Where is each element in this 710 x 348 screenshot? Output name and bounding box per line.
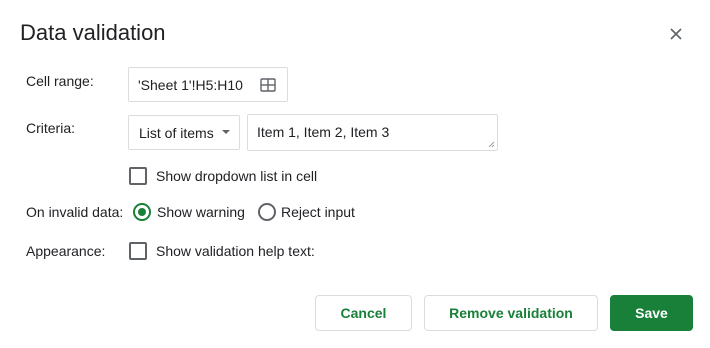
criteria-label: Criteria:	[26, 120, 76, 136]
items-value[interactable]: Item 1, Item 2, Item 3	[257, 123, 389, 141]
cell-range-input[interactable]: 'Sheet 1'!H5:H10	[128, 67, 288, 102]
show-dropdown-label: Show dropdown list in cell	[156, 168, 318, 184]
invalid-data-label: On invalid data:	[26, 204, 124, 220]
show-warning-radio[interactable]	[133, 203, 151, 221]
criteria-dropdown[interactable]: List of items	[128, 115, 240, 150]
show-warning-label: Show warning	[157, 204, 245, 220]
reject-input-radio[interactable]	[258, 203, 276, 221]
items-field[interactable]: Item 1, Item 2, Item 3	[247, 114, 498, 151]
appearance-label: Appearance:	[26, 243, 106, 259]
chevron-down-icon	[222, 130, 230, 134]
resize-handle-icon[interactable]	[488, 141, 495, 148]
cell-range-label: Cell range:	[26, 73, 94, 89]
close-icon[interactable]	[666, 24, 686, 44]
criteria-selected: List of items	[139, 125, 214, 141]
cancel-button[interactable]: Cancel	[315, 295, 412, 331]
show-dropdown-checkbox[interactable]	[129, 167, 147, 185]
grid-icon[interactable]	[260, 77, 276, 93]
remove-validation-button[interactable]: Remove validation	[424, 295, 598, 331]
show-help-text-checkbox[interactable]	[129, 242, 147, 260]
cell-range-value[interactable]: 'Sheet 1'!H5:H10	[138, 76, 243, 94]
dialog-title: Data validation	[20, 20, 166, 45]
reject-input-label: Reject input	[281, 204, 355, 220]
save-button[interactable]: Save	[610, 295, 693, 331]
data-validation-dialog: Data validation Cell range: 'Sheet 1'!H5…	[0, 0, 710, 348]
show-help-text-label: Show validation help text:	[156, 243, 315, 259]
